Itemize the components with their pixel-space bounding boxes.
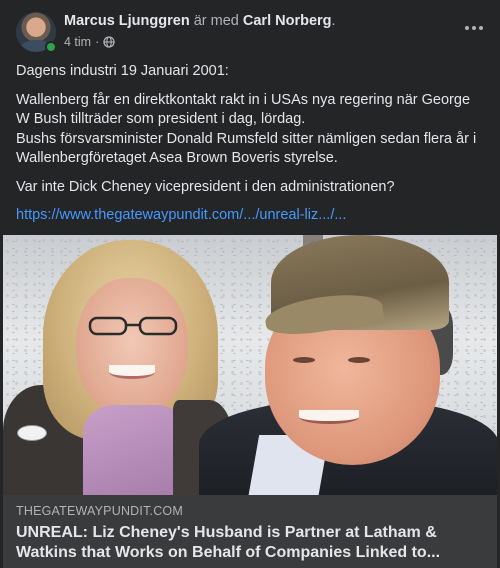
with-text: är med xyxy=(193,13,239,29)
post-paragraph-3: Bushs försvarsminister Donald Rumsfeld s… xyxy=(16,130,477,167)
post-meta: 4 tim · xyxy=(64,35,115,49)
more-dot xyxy=(472,26,476,30)
post-header: Marcus Ljunggren är med Carl Norberg. 4 … xyxy=(16,12,486,54)
vote-sticker xyxy=(17,425,47,441)
link-preview-image[interactable] xyxy=(3,235,497,495)
more-options-button[interactable] xyxy=(462,20,486,36)
post-paragraph-4: Var inte Dick Cheney vicepresident i den… xyxy=(16,178,395,195)
meta-separator: · xyxy=(95,35,100,49)
tagged-name[interactable]: Carl Norberg xyxy=(243,13,332,29)
globe-icon[interactable] xyxy=(103,36,115,48)
woman-glasses xyxy=(88,316,178,336)
facebook-post: Marcus Ljunggren är med Carl Norberg. 4 … xyxy=(0,0,500,568)
post-time[interactable]: 4 tim xyxy=(64,35,91,49)
post-line-1: Dagens industri 19 Januari 2001: xyxy=(16,63,229,79)
preview-title[interactable]: UNREAL: Liz Cheney's Husband is Partner … xyxy=(16,523,486,563)
header-period: . xyxy=(331,13,336,29)
link-preview-card[interactable]: THEGATEWAYPUNDIT.COM UNREAL: Liz Cheney'… xyxy=(3,495,497,568)
woman-smile xyxy=(109,365,155,379)
post-link-line: https://www.thegatewaypundit.com/.../unr… xyxy=(16,206,486,226)
man-eye-right xyxy=(348,357,370,363)
author-line: Marcus Ljunggren är med Carl Norberg. xyxy=(64,13,336,29)
more-dot xyxy=(465,26,469,30)
post-text: Dagens industri 19 Januari 2001: Wallenb… xyxy=(16,62,486,235)
woman-face xyxy=(76,278,188,418)
online-status-dot xyxy=(45,41,57,53)
man-smile xyxy=(299,410,359,424)
man-eye-left xyxy=(293,357,315,363)
post-paragraph-2: Wallenberg får en direktkontakt rakt in … xyxy=(16,91,471,128)
preview-domain: THEGATEWAYPUNDIT.COM xyxy=(16,504,183,518)
post-link[interactable]: https://www.thegatewaypundit.com/.../unr… xyxy=(16,207,346,223)
more-dot xyxy=(479,26,483,30)
author-name[interactable]: Marcus Ljunggren xyxy=(64,13,190,29)
